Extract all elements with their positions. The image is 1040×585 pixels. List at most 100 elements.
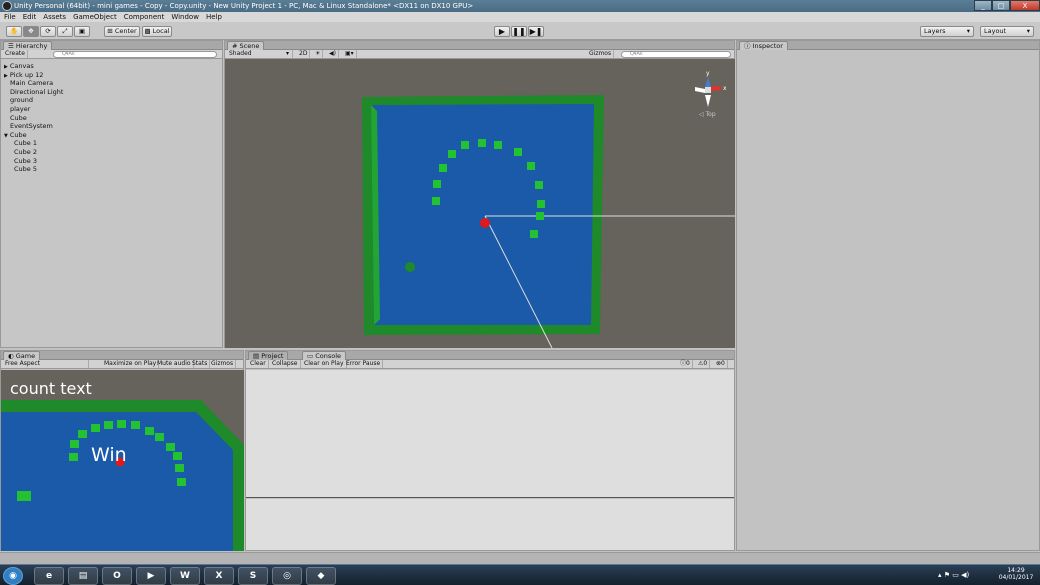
mute-audio-toggle[interactable]: Mute audio: [155, 360, 194, 368]
hierarchy-item[interactable]: Cube 1: [12, 139, 37, 147]
windows-taskbar: ◉ e ▤ O ▶ W X S ◎ ◆ ▴ ⚑ ▭ ◀) 14:29 04/01/2017: [0, 564, 1040, 585]
foldout-arrow-icon[interactable]: ▶: [4, 73, 8, 79]
hierarchy-item-label: Cube 1: [14, 139, 37, 148]
hierarchy-search-input[interactable]: Q▾All: [53, 51, 217, 58]
player-ball: [480, 218, 490, 228]
hierarchy-item[interactable]: ground: [8, 96, 33, 104]
console-tab-row: ▤ Project ▭ Console: [246, 351, 734, 360]
create-dropdown[interactable]: Create: [3, 50, 28, 58]
tab-inspector[interactable]: ⓘ Inspector: [739, 41, 788, 50]
maximize-button[interactable]: □: [992, 0, 1010, 11]
skype-icon[interactable]: S: [238, 567, 268, 585]
tab-project[interactable]: ▤ Project: [248, 351, 289, 360]
game-pickup-cube: [70, 440, 79, 448]
gizmo-y-label: y: [706, 70, 710, 77]
play-button[interactable]: ▶: [494, 26, 510, 37]
console-log-list[interactable]: [246, 370, 734, 498]
scene-search-input[interactable]: Q▾All: [621, 51, 731, 58]
move-tool-button[interactable]: ✥: [23, 26, 39, 37]
hierarchy-item[interactable]: player: [8, 105, 30, 113]
main-toolbar: ✋ ✥ ⟳ ⤢ ▣ ⊞ Center ▩ Local ▶ ❚❚ ▶❚ Layer…: [0, 22, 1040, 40]
gizmo-view-label[interactable]: ◁ Top: [699, 111, 716, 118]
hierarchy-item[interactable]: Cube: [8, 114, 27, 122]
hierarchy-item-label: Cube 2: [14, 148, 37, 156]
aspect-dropdown[interactable]: Free Aspect: [3, 360, 89, 368]
scale-tool-button[interactable]: ⤢: [57, 26, 73, 37]
menu-file[interactable]: File: [4, 12, 16, 22]
media-player-icon[interactable]: ▶: [136, 567, 166, 585]
hierarchy-item[interactable]: ▼ Cube: [4, 131, 27, 139]
hierarchy-item[interactable]: Cube 2: [12, 148, 37, 156]
minimize-button[interactable]: _: [974, 0, 992, 11]
hierarchy-item[interactable]: EventSystem: [8, 122, 53, 130]
pickup-cube: [439, 164, 447, 172]
hierarchy-item[interactable]: ▶ Pick up 12: [4, 71, 43, 79]
foldout-arrow-icon[interactable]: ▼: [4, 133, 8, 139]
clear-button[interactable]: Clear: [248, 360, 269, 368]
tab-scene[interactable]: # Scene: [227, 41, 265, 50]
file-explorer-icon[interactable]: ▤: [68, 567, 98, 585]
word-icon[interactable]: W: [170, 567, 200, 585]
chrome-icon[interactable]: ◎: [272, 567, 302, 585]
clear-on-play-toggle[interactable]: Clear on Play: [302, 360, 347, 368]
pickup-cube: [537, 200, 545, 208]
close-button[interactable]: X: [1010, 0, 1040, 11]
hierarchy-item[interactable]: Directional Light: [8, 88, 63, 96]
error-pause-toggle[interactable]: Error Pause: [344, 360, 384, 368]
layout-dropdown[interactable]: Layout: [980, 26, 1034, 37]
2d-toggle-button[interactable]: 2D: [297, 50, 311, 58]
pickup-cube: [535, 181, 543, 189]
pivot-local-button[interactable]: ▩ Local: [142, 26, 172, 37]
stats-toggle[interactable]: Stats: [190, 360, 211, 368]
game-view[interactable]: count text Win: [1, 370, 244, 551]
start-orb-icon[interactable]: ◉: [3, 567, 23, 585]
tab-game[interactable]: ◐ Game: [3, 351, 41, 360]
pause-button[interactable]: ❚❚: [511, 26, 527, 37]
excel-icon[interactable]: X: [204, 567, 234, 585]
clock[interactable]: 14:29 04/01/2017: [996, 567, 1036, 581]
menu-component[interactable]: Component: [124, 12, 165, 22]
menu-gameobject[interactable]: GameObject: [73, 12, 117, 22]
lighting-toggle-icon[interactable]: ☀: [313, 50, 324, 58]
menu-assets[interactable]: Assets: [43, 12, 66, 22]
rotate-tool-button[interactable]: ⟳: [40, 26, 56, 37]
hierarchy-item-label: EventSystem: [10, 122, 53, 131]
internet-explorer-icon[interactable]: e: [34, 567, 64, 585]
window-controls: _ □ X: [974, 0, 1040, 12]
audio-toggle-icon[interactable]: ◀): [327, 50, 339, 58]
center-icon: ⊞: [107, 27, 115, 35]
hierarchy-item[interactable]: Cube 5: [12, 165, 37, 173]
step-button[interactable]: ▶❚: [528, 26, 544, 37]
unity-icon[interactable]: ◆: [306, 567, 336, 585]
foldout-arrow-icon[interactable]: ▶: [4, 64, 8, 70]
rect-tool-button[interactable]: ▣: [74, 26, 90, 37]
layers-dropdown[interactable]: Layers: [920, 26, 974, 37]
error-count-badge[interactable]: ⊗0: [714, 360, 728, 368]
warning-count-badge[interactable]: ⚠0: [696, 360, 711, 368]
game-pickup-cube: [145, 427, 154, 435]
console-detail-area[interactable]: [246, 499, 734, 550]
effects-toggle-icon[interactable]: ▣▾: [343, 50, 357, 58]
system-tray-icons[interactable]: ▴ ⚑ ▭ ◀): [938, 571, 969, 579]
shading-mode-dropdown[interactable]: Shaded: [227, 50, 293, 58]
gizmos-dropdown[interactable]: Gizmos: [587, 50, 615, 58]
maximize-on-play-toggle[interactable]: Maximize on Play: [102, 360, 160, 368]
hierarchy-item[interactable]: ▶ Canvas: [4, 62, 34, 70]
menu-edit[interactable]: Edit: [23, 12, 37, 22]
log-count-badge[interactable]: ⓘ0: [678, 360, 693, 368]
outlook-icon[interactable]: O: [102, 567, 132, 585]
hierarchy-item-label: Pick up 12: [9, 70, 44, 79]
menu-window[interactable]: Window: [171, 12, 199, 22]
pivot-center-button[interactable]: ⊞ Center: [104, 26, 140, 37]
console-toolbar: Clear Collapse Clear on Play Error Pause…: [246, 360, 734, 369]
hand-tool-button[interactable]: ✋: [6, 26, 22, 37]
tab-hierarchy[interactable]: ☰ Hierarchy: [3, 41, 53, 50]
hierarchy-item[interactable]: Cube 3: [12, 157, 37, 165]
menu-help[interactable]: Help: [206, 12, 222, 22]
collapse-button[interactable]: Collapse: [270, 360, 301, 368]
hierarchy-item[interactable]: Main Camera: [8, 79, 53, 87]
game-gizmos-dropdown[interactable]: Gizmos: [209, 360, 237, 368]
unity-logo-icon: [2, 1, 12, 11]
tab-console[interactable]: ▭ Console: [302, 351, 347, 360]
scene-viewport[interactable]: y x ◁ Top: [225, 59, 735, 348]
